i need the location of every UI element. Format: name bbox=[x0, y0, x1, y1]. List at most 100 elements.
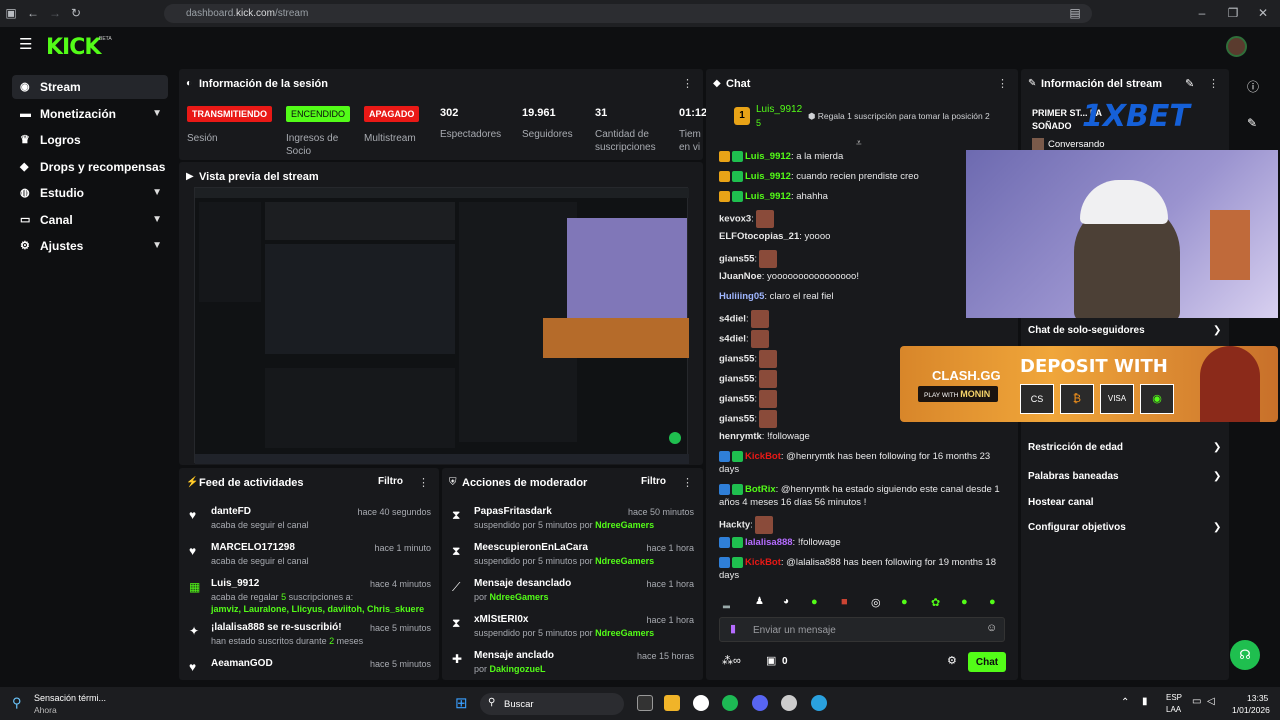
minimize-icon[interactable]: – bbox=[1195, 6, 1209, 20]
pencil-icon[interactable]: ✎ bbox=[1247, 116, 1257, 130]
points-icon[interactable]: ▣ bbox=[766, 654, 776, 667]
collapse-icon[interactable]: ⩡ bbox=[856, 138, 862, 149]
emote-icon[interactable]: ◕ bbox=[783, 596, 789, 607]
feed-user[interactable]: AeamanGOD bbox=[211, 658, 273, 669]
chat-username[interactable]: gians55 bbox=[719, 394, 754, 405]
mod-filter-button[interactable]: Filtro bbox=[641, 476, 666, 487]
more-icon[interactable]: ⋮ bbox=[418, 476, 429, 489]
emote-image[interactable] bbox=[759, 250, 778, 268]
menu-icon[interactable]: ☰ bbox=[19, 37, 32, 52]
emote-icon[interactable]: ● bbox=[989, 596, 996, 608]
sidebar-item-ajustes[interactable]: ⚙ Ajustes ▼ bbox=[12, 234, 168, 258]
emote-icon[interactable]: ● bbox=[811, 596, 818, 608]
more-icon[interactable]: ⋮ bbox=[1208, 77, 1219, 90]
volume-icon[interactable]: ◁ bbox=[1207, 696, 1215, 707]
chat-input[interactable]: ▮ Enviar un mensaje ☺ bbox=[719, 617, 1005, 642]
discord-icon[interactable] bbox=[752, 695, 768, 711]
forward-icon[interactable]: → bbox=[48, 6, 62, 20]
maximize-icon[interactable]: ❐ bbox=[1226, 6, 1240, 20]
emote-image[interactable] bbox=[754, 516, 773, 534]
sidebar-toggle-icon[interactable]: ▣ bbox=[4, 6, 18, 20]
chat-username[interactable]: gians55 bbox=[719, 254, 754, 265]
chat-username[interactable]: kevox3 bbox=[719, 214, 751, 225]
more-icon[interactable]: ⋮ bbox=[997, 77, 1008, 90]
mod-user[interactable]: PapasFritasdark bbox=[474, 506, 552, 517]
pinned-gifter-name[interactable]: Luis_9912 bbox=[756, 104, 802, 115]
chat-username[interactable]: Hackty bbox=[719, 520, 750, 531]
emote-icon[interactable]: ● bbox=[901, 596, 908, 608]
mod-by[interactable]: NdreeGamers bbox=[595, 628, 654, 638]
sidebar-item-stream[interactable]: ◉ Stream bbox=[12, 75, 168, 99]
emote-icon[interactable]: ▂ bbox=[723, 598, 730, 609]
back-icon[interactable]: ← bbox=[26, 6, 40, 20]
emote-image[interactable] bbox=[759, 370, 778, 388]
users-icon[interactable]: ⁂∞ bbox=[722, 654, 741, 667]
sidebar-item-logros[interactable]: ♛ Logros bbox=[12, 128, 168, 152]
emote-image[interactable] bbox=[750, 310, 769, 328]
stream-preview-video[interactable] bbox=[194, 187, 689, 464]
chat-username[interactable]: s4diel bbox=[719, 334, 746, 345]
sidebar-item-monetizacion[interactable]: ▬ Monetización ▼ bbox=[12, 102, 168, 126]
mod-user[interactable]: xMlStERI0x bbox=[474, 614, 528, 625]
weather-title[interactable]: Sensación térmi... bbox=[34, 693, 106, 703]
stream-category[interactable]: Conversando bbox=[1048, 139, 1105, 150]
emote-icon[interactable]: ♟ bbox=[755, 596, 764, 607]
close-icon[interactable]: ✕ bbox=[1256, 6, 1270, 20]
emoji-icon[interactable]: ☺ bbox=[986, 622, 997, 634]
menu-banned-words[interactable]: Palabras baneadas bbox=[1028, 471, 1119, 482]
support-button[interactable]: ☊ bbox=[1230, 640, 1260, 670]
reader-icon[interactable]: ▤ bbox=[1068, 6, 1082, 20]
chat-username[interactable]: KickBot bbox=[745, 557, 781, 568]
emote-image[interactable] bbox=[759, 410, 778, 428]
chat-username[interactable]: BotRix bbox=[745, 484, 776, 495]
chat-username[interactable]: Luis_9912 bbox=[745, 171, 791, 182]
address-bar[interactable]: dashboard.kick.com/stream bbox=[164, 4, 1092, 23]
kick-logo[interactable]: KICK bbox=[46, 35, 101, 60]
emote-icon[interactable]: ● bbox=[961, 596, 968, 608]
feed-user[interactable]: danteFD bbox=[211, 506, 251, 517]
menu-host-channel[interactable]: Hostear canal bbox=[1028, 497, 1094, 508]
chat-username[interactable]: s4diel bbox=[719, 314, 746, 325]
network-icon[interactable]: ▭ bbox=[1192, 696, 1201, 707]
gift-leaderboard-text[interactable]: ⬢ Regala 1 suscripción para tomar la pos… bbox=[808, 111, 990, 122]
language-code[interactable]: ESP bbox=[1166, 693, 1182, 702]
task-view-icon[interactable] bbox=[637, 695, 653, 711]
emote-image[interactable] bbox=[750, 330, 769, 348]
chat-username[interactable]: ELFOtocopias_21 bbox=[719, 231, 799, 242]
reload-icon[interactable]: ↻ bbox=[69, 6, 83, 20]
emote-image[interactable] bbox=[759, 350, 778, 368]
send-chat-button[interactable]: Chat bbox=[968, 652, 1006, 672]
feed-recipients[interactable]: jamviz, Lauralone, Llicyus, daviitoh, Ch… bbox=[211, 604, 424, 614]
weather-icon[interactable]: ⚲ bbox=[12, 695, 22, 711]
more-icon[interactable]: ⋮ bbox=[682, 77, 693, 90]
feed-user[interactable]: Luis_9912 bbox=[211, 578, 259, 589]
spotify-icon[interactable] bbox=[722, 695, 738, 711]
telegram-icon[interactable] bbox=[811, 695, 827, 711]
mod-user[interactable]: MeescupieronEnLaCara bbox=[474, 542, 588, 553]
feed-user[interactable]: MARCELO171298 bbox=[211, 542, 295, 553]
emote-icon[interactable]: ◎ bbox=[871, 596, 881, 609]
obs-icon[interactable] bbox=[693, 695, 709, 711]
sidebar-item-canal[interactable]: ▭ Canal ▼ bbox=[12, 208, 168, 232]
chat-username[interactable]: gians55 bbox=[719, 354, 754, 365]
info-circle-icon[interactable]: ⓘ bbox=[1247, 78, 1259, 95]
feed-user[interactable]: ¡lalalisa888 se re-suscribió! bbox=[211, 622, 342, 633]
emote-image[interactable] bbox=[755, 210, 774, 228]
chat-username[interactable]: gians55 bbox=[719, 414, 754, 425]
mod-by[interactable]: NdreeGamers bbox=[490, 592, 549, 602]
menu-followers-only[interactable]: Chat de solo-seguidores bbox=[1028, 325, 1145, 336]
emote-icon[interactable]: ■ bbox=[841, 596, 848, 608]
chat-username[interactable]: lalalisa888 bbox=[745, 537, 793, 548]
chat-username[interactable]: Huliiing05 bbox=[719, 291, 764, 302]
windows-start-icon[interactable]: ⊞ bbox=[455, 694, 468, 712]
edit-icon[interactable]: ✎ bbox=[1185, 77, 1194, 90]
menu-age-restriction[interactable]: Restricción de edad bbox=[1028, 442, 1123, 453]
mod-by[interactable]: NdreeGamers bbox=[595, 556, 654, 566]
menu-goals[interactable]: Configurar objetivos bbox=[1028, 522, 1126, 533]
app-icon[interactable] bbox=[781, 695, 797, 711]
feed-filter-button[interactable]: Filtro bbox=[378, 476, 403, 487]
chat-username[interactable]: lJuanNoe bbox=[719, 271, 762, 282]
more-icon[interactable]: ⋮ bbox=[682, 476, 693, 489]
mic-tray-icon[interactable]: ▮ bbox=[1142, 696, 1148, 707]
mod-by[interactable]: NdreeGamers bbox=[595, 520, 654, 530]
